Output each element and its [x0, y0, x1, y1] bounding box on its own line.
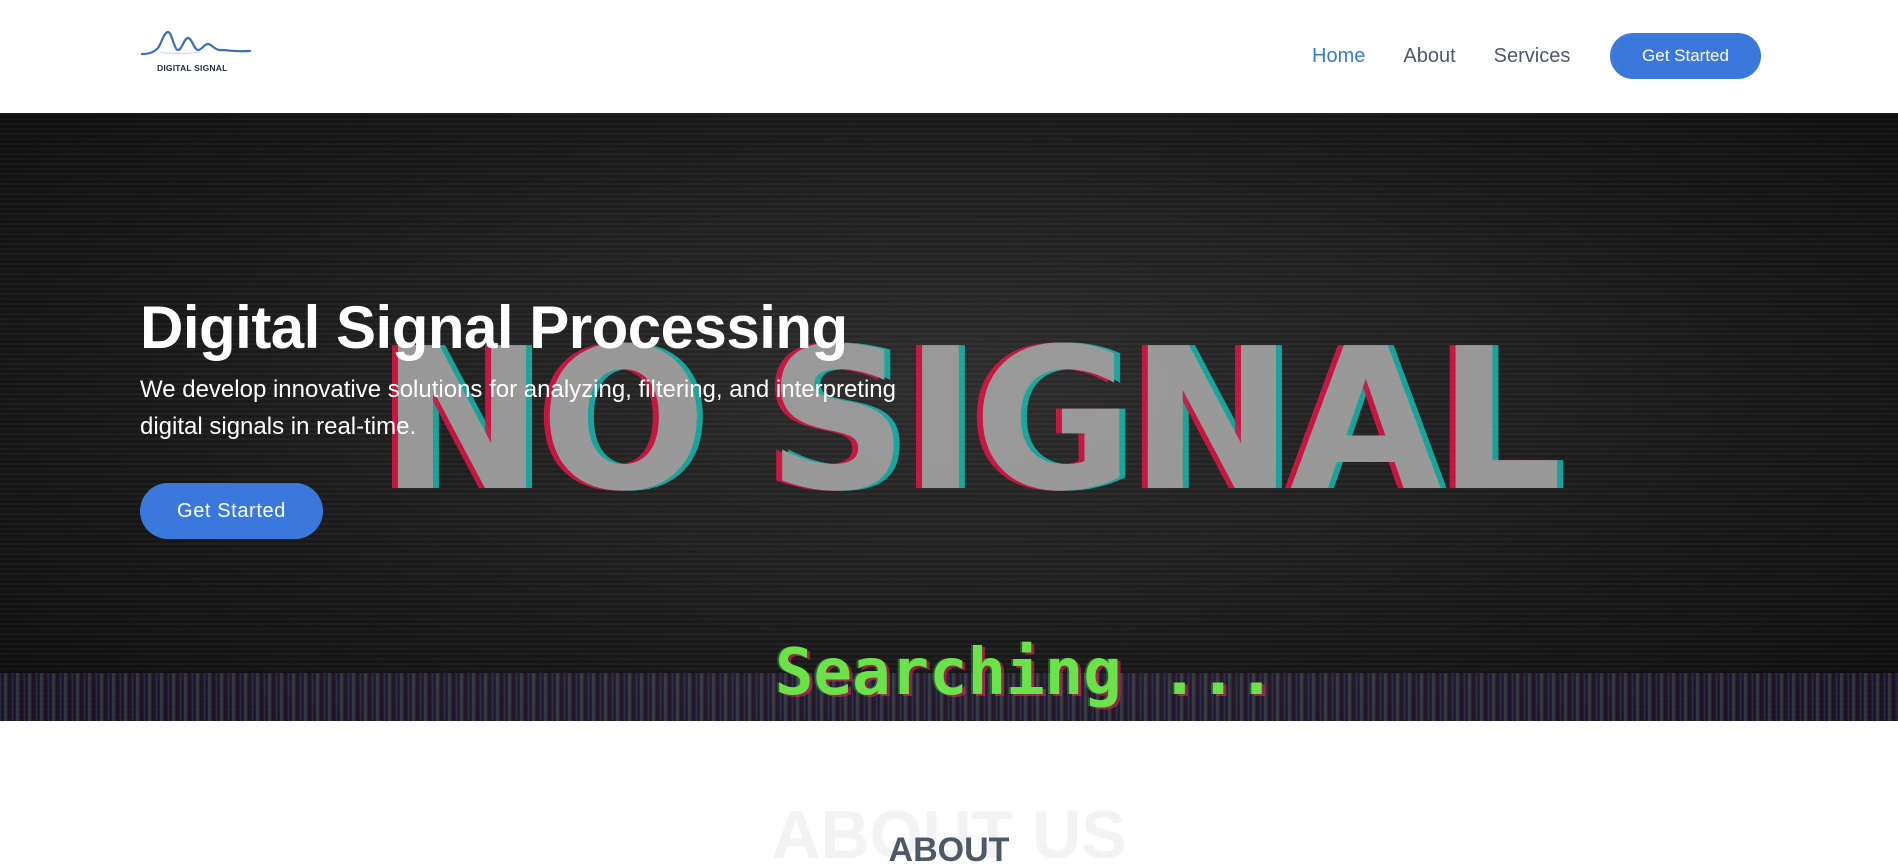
site-header: DIGITAL SIGNAL Home About Services Get S… [0, 0, 1898, 113]
logo[interactable]: DIGITAL SIGNAL [140, 28, 252, 78]
nav-services[interactable]: Services [1494, 45, 1571, 68]
searching-status-text: Searching ... [775, 636, 1276, 710]
nav-about[interactable]: About [1403, 45, 1455, 68]
hero-title: Digital Signal Processing [140, 294, 848, 361]
about-section: ABOUT US ABOUT [0, 721, 1898, 864]
main-nav: Home About Services [1312, 33, 1608, 79]
header-get-started-button[interactable]: Get Started [1610, 33, 1761, 79]
waveform-logo-icon [140, 30, 252, 56]
hero-get-started-button[interactable]: Get Started [140, 483, 323, 539]
about-title: ABOUT [888, 831, 1010, 864]
hero-section: NO SIGNAL Searching ... Digital Signal P… [0, 113, 1898, 721]
hero-description: We develop innovative solutions for anal… [140, 376, 896, 440]
nav-home[interactable]: Home [1312, 45, 1365, 68]
logo-text: DIGITAL SIGNAL [157, 63, 228, 73]
